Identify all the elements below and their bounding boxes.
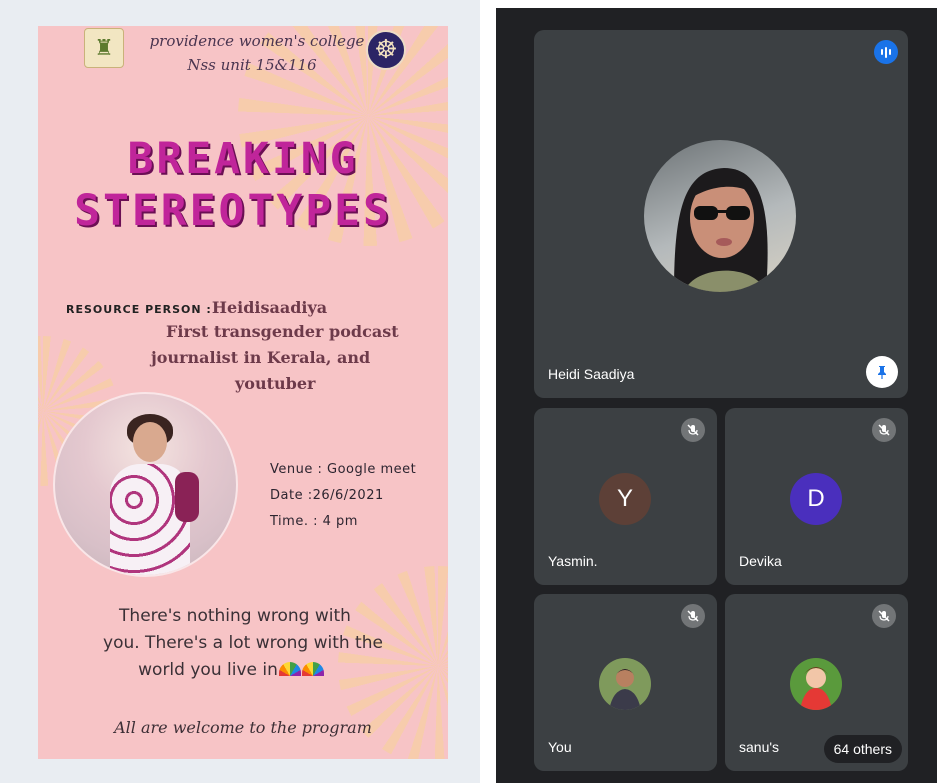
resource-description-line: First transgender podcast [166,322,399,341]
college-name: providence women's college [149,32,365,50]
participant-name: sanu's [739,739,780,755]
resource-person: RESOURCE PERSON :Heidisaadiya [66,298,327,317]
participant-avatar: D [790,473,842,525]
resource-name: Heidisaadiya [211,298,328,317]
resource-description-line: journalist in Kerala, and [151,348,371,367]
mic-off-icon [872,604,896,628]
event-time: Time. : 4 pm [270,514,358,529]
meeting-grid: Heidi Saadiya Y Yasmin. D Devika You san… [496,8,937,783]
nss-unit: Nss unit 15&116 [187,56,317,74]
participant-tile[interactable]: Y Yasmin. [534,408,717,585]
quote-line: There's nothing wrong with [119,606,351,626]
poster-panel: ♜ ☸ providence women's college Nss unit … [0,0,480,783]
quote-line-last: world you live in [38,660,436,680]
participant-tile-main[interactable]: Heidi Saadiya [534,30,908,398]
event-venue: Venue : Google meet [270,462,417,477]
headline-line-2: STEREOTYPES [74,186,392,236]
quote-line: world you live in [138,660,278,680]
participant-name: Devika [739,553,782,569]
pin-button[interactable] [866,356,898,388]
event-date: Date :26/6/2021 [270,488,384,503]
quote-line: you. There's a lot wrong with the [103,633,383,653]
resource-person-photo [53,392,238,577]
participant-name: Heidi Saadiya [548,366,635,382]
resource-description-line: youtuber [235,374,316,393]
resource-label: RESOURCE PERSON : [66,303,212,316]
mic-off-icon [681,418,705,442]
participant-tile[interactable]: D Devika [725,408,908,585]
participant-name: Yasmin. [548,553,598,569]
welcome-text: All are welcome to the program [114,718,372,737]
headline-line-1: BREAKING [127,134,359,184]
participant-tile[interactable]: sanu's 64 others [725,594,908,771]
participant-avatar [599,658,651,710]
audio-wave-icon [874,40,898,64]
participant-avatar [790,658,842,710]
pin-icon [878,366,886,379]
mic-off-icon [681,604,705,628]
event-poster: ♜ ☸ providence women's college Nss unit … [38,26,448,759]
rainbow-icon [278,662,301,676]
rainbow-icon [301,662,324,676]
participant-name: You [548,739,572,755]
participant-avatar: Y [599,473,651,525]
others-count-button[interactable]: 64 others [823,735,902,763]
mic-off-icon [872,418,896,442]
participant-avatar [644,140,796,292]
participant-tile-self[interactable]: You [534,594,717,771]
avatar-photo [674,168,768,292]
